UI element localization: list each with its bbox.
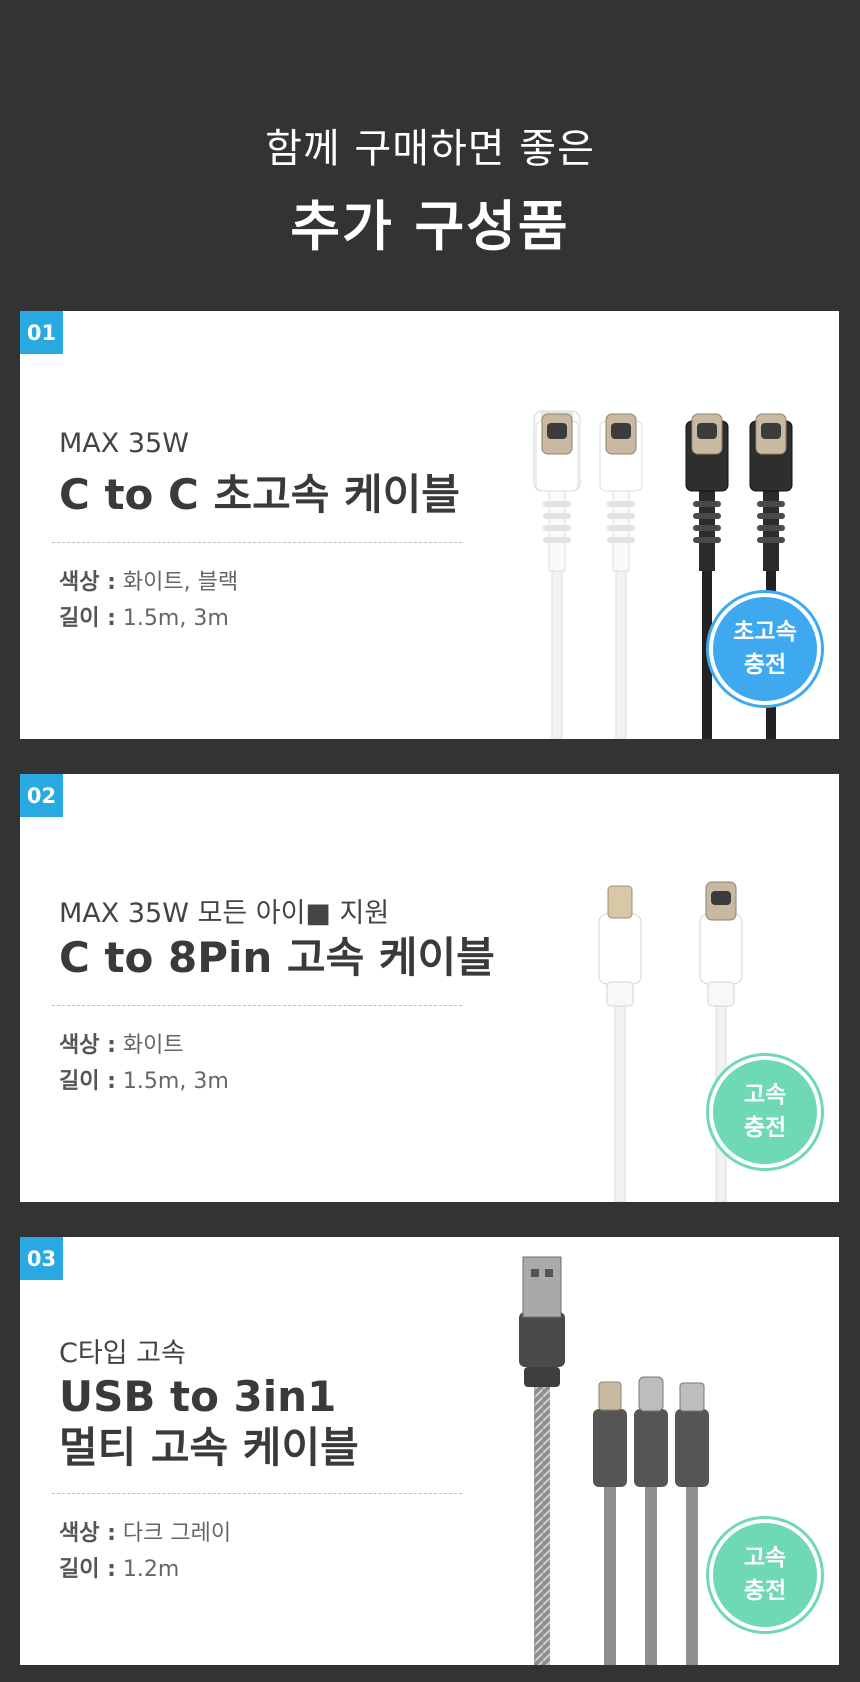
divider — [52, 1005, 462, 1006]
spec-label: 색상 : — [59, 570, 116, 595]
product-title: C to C 초고속 케이블 — [59, 470, 460, 519]
lightning-cable — [598, 885, 642, 1202]
spec-color: 색상 : 다크 그레이 — [59, 1515, 231, 1547]
card-number-badge: 01 — [20, 311, 63, 354]
header-subtitle: 함께 구매하면 좋은 — [265, 126, 595, 172]
fast-charge-badge: 고속 충전 — [709, 1056, 821, 1168]
badge-line-2: 충전 — [743, 1115, 787, 1141]
spec-label: 길이 : — [59, 606, 116, 631]
divider — [52, 1493, 462, 1494]
product-title-line-1: USB to 3in1 — [59, 1372, 337, 1421]
product-tag: MAX 35W 모든 아이■ 지원 — [59, 898, 390, 929]
spec-label: 길이 : — [59, 1069, 116, 1094]
spec-value: 화이트, 블랙 — [115, 570, 239, 595]
badge-line-1: 고속 — [743, 1545, 787, 1571]
divider — [52, 542, 462, 543]
product-card-2[interactable]: 02 MAX 35W 모든 아이■ 지원 C to 8Pin 고속 케이블 색상… — [20, 774, 839, 1202]
spec-color: 색상 : 화이트, 블랙 — [59, 564, 238, 596]
badge-line-1: 고속 — [743, 1082, 787, 1108]
product-tag: MAX 35W — [59, 428, 189, 459]
product-card-1[interactable]: 01 MAX 35W C to C 초고속 케이블 색상 : 화이트, 블랙 길… — [20, 311, 839, 739]
product-title: C to 8Pin 고속 케이블 — [59, 933, 495, 982]
page-header: 함께 구매하면 좋은 추가 구성품 — [0, 0, 860, 300]
badge-line-1: 초고속 — [733, 619, 797, 645]
spec-label: 색상 : — [59, 1033, 116, 1058]
card-number-badge: 02 — [20, 774, 63, 817]
black-cable-1 — [685, 413, 729, 739]
lightning-end — [593, 1381, 627, 1665]
fast-charge-badge: 고속 충전 — [709, 1519, 821, 1631]
product-title-line-2: 멀티 고속 케이블 — [59, 1423, 359, 1472]
usb-c-end — [634, 1376, 668, 1665]
spec-value: 다크 그레이 — [115, 1521, 232, 1546]
product-tag: C타입 고속 — [59, 1338, 186, 1369]
white-cable-2 — [599, 413, 643, 739]
fast-charge-badge: 초고속 충전 — [709, 593, 821, 705]
header-title: 추가 구성품 — [290, 195, 570, 258]
spec-length: 길이 : 1.5m, 3m — [59, 1063, 229, 1095]
spec-value: 1.2m — [115, 1557, 180, 1582]
spec-label: 색상 : — [59, 1521, 116, 1546]
usb-a-connector — [519, 1256, 565, 1665]
spec-color: 색상 : 화이트 — [59, 1027, 184, 1059]
badge-line-2: 충전 — [743, 1578, 787, 1604]
badge-line-2: 충전 — [743, 652, 787, 678]
spec-label: 길이 : — [59, 1557, 116, 1582]
spec-length: 길이 : 1.2m — [59, 1551, 179, 1583]
micro-usb-end — [675, 1382, 709, 1665]
white-cable-1 — [533, 410, 581, 739]
card-number-badge: 03 — [20, 1237, 63, 1280]
spec-value: 1.5m, 3m — [115, 606, 229, 631]
spec-value: 화이트 — [115, 1033, 184, 1058]
spec-length: 길이 : 1.5m, 3m — [59, 600, 229, 632]
spec-value: 1.5m, 3m — [115, 1069, 229, 1094]
product-card-3[interactable]: 03 C타입 고속 USB to 3in1 멀티 고속 케이블 색상 : 다크 … — [20, 1237, 839, 1665]
